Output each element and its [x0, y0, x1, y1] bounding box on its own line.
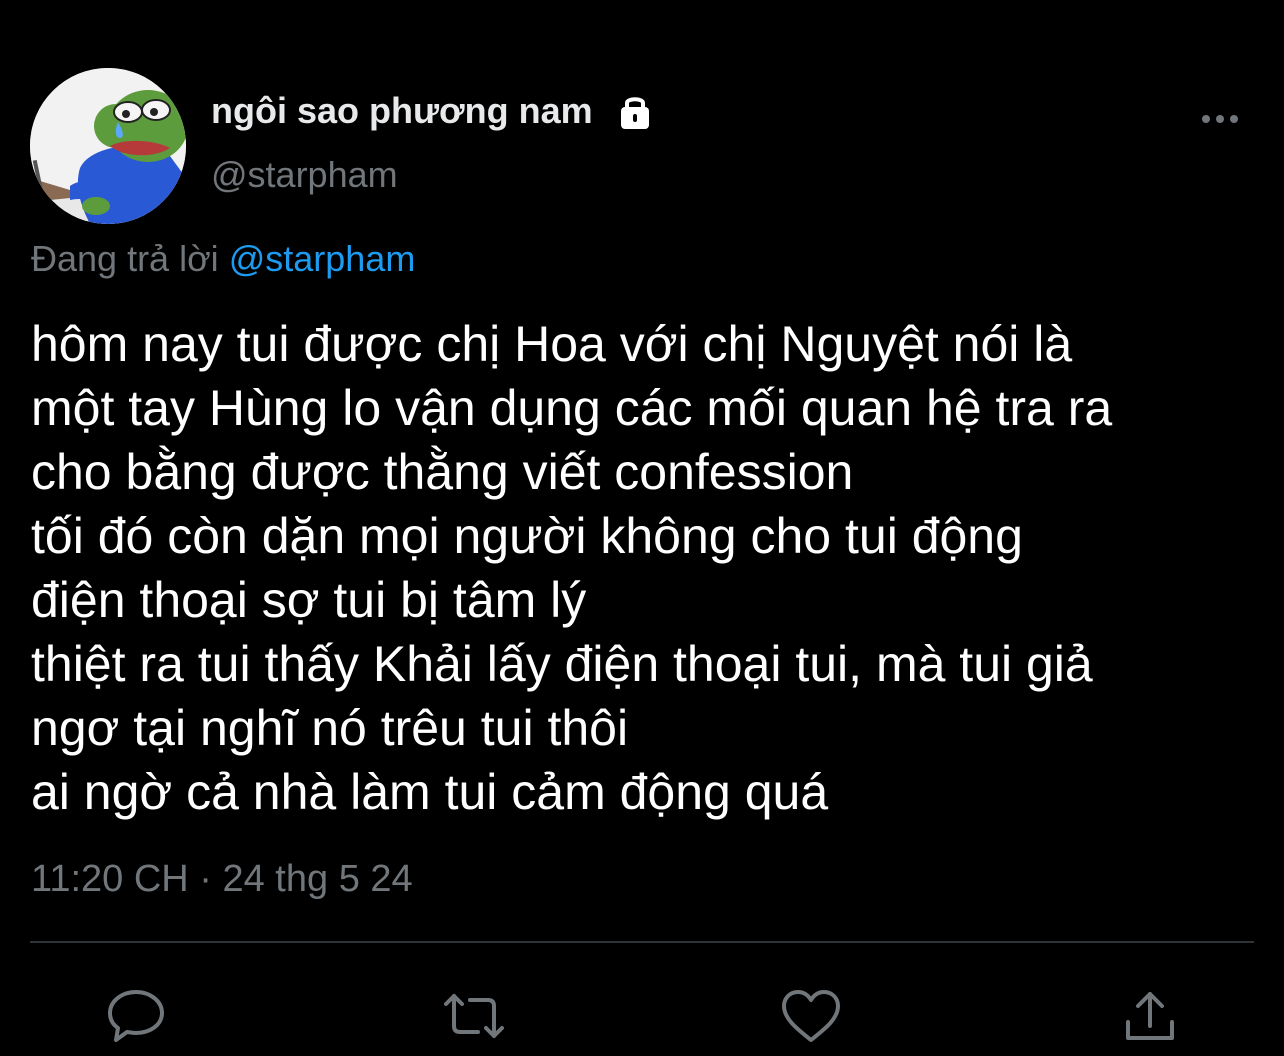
tweet-text-line: tối đó còn dặn mọi người không cho tui đ…	[31, 508, 1023, 564]
like-icon[interactable]	[780, 988, 840, 1044]
share-icon[interactable]	[1120, 988, 1180, 1044]
more-icon[interactable]	[1196, 104, 1244, 134]
tweet-text-line: cho bằng được thằng viết confession	[31, 444, 854, 500]
avatar-image	[30, 68, 186, 224]
author-handle[interactable]: @starpham	[211, 154, 398, 196]
retweet-icon[interactable]	[442, 988, 504, 1044]
tweet-timestamp[interactable]: 11:20 CH · 24 thg 5 24	[31, 858, 413, 901]
replying-to-mention[interactable]: @starpham	[229, 238, 416, 279]
avatar[interactable]	[30, 68, 186, 224]
tweet-text-line: thiệt ra tui thấy Khải lấy điện thoại tu…	[31, 636, 1093, 692]
tweet-text-line: một tay Hùng lo vận dụng các mối quan hệ…	[31, 380, 1113, 436]
tweet-text-line: ai ngờ cả nhà làm tui cảm động quá	[31, 764, 829, 820]
replying-to: Đang trả lời @starpham	[31, 238, 415, 280]
author-name-row: ngôi sao phương nam	[211, 88, 655, 134]
tweet-text-line: hôm nay tui được chị Hoa với chị Nguyệt …	[31, 316, 1073, 372]
author-display-name[interactable]: ngôi sao phương nam	[211, 90, 593, 132]
tweet-text-line: ngơ tại nghĩ nó trêu tui thôi	[31, 700, 629, 756]
lock-icon	[615, 91, 655, 131]
divider	[30, 941, 1254, 943]
reply-icon[interactable]	[106, 988, 166, 1044]
replying-to-label: Đang trả lời	[31, 238, 219, 279]
tweet-text: hôm nay tui được chị Hoa với chị Nguyệt …	[31, 312, 1271, 824]
tweet-text-line: điện thoại sợ tui bị tâm lý	[31, 572, 587, 628]
